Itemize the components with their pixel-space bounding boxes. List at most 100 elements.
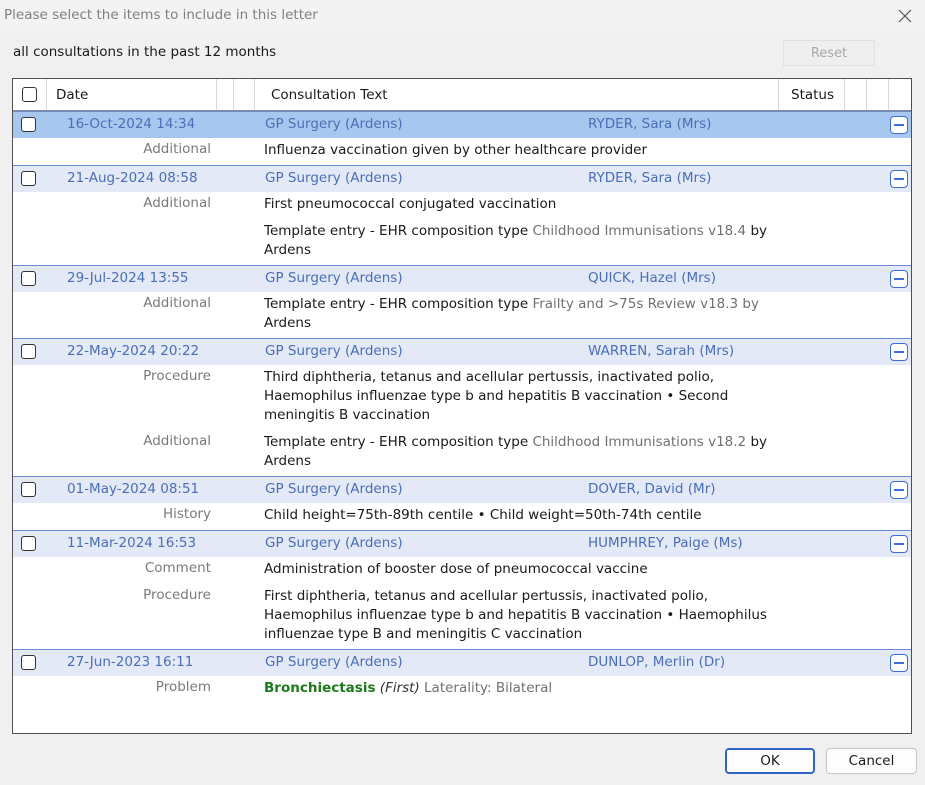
entry-category: Problem xyxy=(155,679,211,695)
consultation-date: 21-Aug-2024 08:58 xyxy=(67,170,198,186)
entry-content: Template entry - EHR composition type Fr… xyxy=(264,295,784,333)
consultation-location: GP Surgery (Ardens) xyxy=(265,116,403,132)
window-title: Please select the items to include in th… xyxy=(4,7,318,23)
consultation-group: 21-Aug-2024 08:58 GP Surgery (Ardens) RYDE… xyxy=(13,165,911,265)
entry-content: Bronchiectasis (First) Laterality: Bilat… xyxy=(264,679,784,698)
collapse-icon[interactable] xyxy=(890,343,908,361)
consultation-date: 22-May-2024 20:22 xyxy=(67,343,200,359)
entry-row: Additional First pneumococcal conjugated … xyxy=(13,192,911,219)
collapse-icon[interactable] xyxy=(890,170,908,188)
collapse-icon[interactable] xyxy=(890,535,908,553)
entry-category: Comment xyxy=(144,560,211,576)
entry-text: Child height=75th-89th centile • Child w… xyxy=(264,507,702,523)
consultation-header-row[interactable]: 21-Aug-2024 08:58 GP Surgery (Ardens) RYDE… xyxy=(13,165,911,192)
entry-category: History xyxy=(162,506,211,522)
entry-text: Administration of booster dose of pneumo… xyxy=(264,561,648,577)
entry-category: Additional xyxy=(143,295,211,311)
consultation-clinician: RYDER, Sara (Mrs) xyxy=(588,170,712,186)
consultation-header-row[interactable]: 01-May-2024 08:51 GP Surgery (Ardens) DOVE… xyxy=(13,476,911,503)
template-entry-prefix: Template entry - EHR composition type xyxy=(264,223,529,239)
consultations-grid: Date Consultation Text Status 16-Oct-202… xyxy=(12,78,912,734)
close-icon[interactable] xyxy=(893,4,917,28)
template-name: Childhood Immunisations v18.2 xyxy=(532,434,747,450)
collapse-icon[interactable] xyxy=(890,654,908,672)
column-header-text[interactable]: Consultation Text xyxy=(255,79,779,110)
column-spacer xyxy=(845,79,867,110)
consultation-date: 01-May-2024 08:51 xyxy=(67,481,200,497)
collapse-icon[interactable] xyxy=(890,116,908,134)
consultation-checkbox[interactable] xyxy=(21,536,36,551)
entry-content: First pneumococcal conjugated vaccinatio… xyxy=(264,195,784,214)
consultation-checkbox[interactable] xyxy=(21,271,36,286)
entry-content: Influenza vaccination given by other hea… xyxy=(264,141,784,160)
consultation-checkbox[interactable] xyxy=(21,117,36,132)
entry-category: Procedure xyxy=(143,587,211,603)
consultation-header-row[interactable]: 29-Jul-2024 13:55 GP Surgery (Ardens) QUIC… xyxy=(13,265,911,292)
grid-header: Date Consultation Text Status xyxy=(13,79,911,111)
entry-category xyxy=(13,222,211,260)
entry-text: Influenza vaccination given by other hea… xyxy=(264,142,648,158)
consultation-checkbox[interactable] xyxy=(21,655,36,670)
entry-category: Additional xyxy=(143,433,211,449)
consultation-clinician: QUICK, Hazel (Mrs) xyxy=(588,270,716,286)
template-entry-suffix: Ardens xyxy=(264,315,312,331)
template-entry-prefix: Template entry - EHR composition type xyxy=(264,434,529,450)
entry-row: Comment Administration of booster dose of… xyxy=(13,557,911,584)
collapse-icon[interactable] xyxy=(890,270,908,288)
consultation-location: GP Surgery (Ardens) xyxy=(265,535,403,551)
consultation-header-row[interactable]: 22-May-2024 20:22 GP Surgery (Ardens) WARR… xyxy=(13,338,911,365)
entry-text: First diphtheria, tetanus and acellular … xyxy=(264,588,767,642)
entry-content: Third diphtheria, tetanus and acellular … xyxy=(264,368,784,425)
consultation-group: 22-May-2024 20:22 GP Surgery (Ardens) WARR… xyxy=(13,338,911,476)
entry-content: Administration of booster dose of pneumo… xyxy=(264,560,784,579)
consultation-location: GP Surgery (Ardens) xyxy=(265,654,403,670)
consultation-location: GP Surgery (Ardens) xyxy=(265,343,403,359)
template-name: Frailty and >75s Review v18.3 by xyxy=(532,296,759,312)
consultation-date: 27-Jun-2023 16:11 xyxy=(67,654,194,670)
consultation-clinician: RYDER, Sara (Mrs) xyxy=(588,116,712,132)
consultation-location: GP Surgery (Ardens) xyxy=(265,170,403,186)
entry-row: Procedure Third diphtheria, tetanus and a… xyxy=(13,365,911,430)
consultation-header-row[interactable]: 11-Mar-2024 16:53 GP Surgery (Ardens) HUMP… xyxy=(13,530,911,557)
consultation-clinician: HUMPHREY, Paige (Ms) xyxy=(588,535,743,551)
consultation-checkbox[interactable] xyxy=(21,482,36,497)
template-entry-prefix: Template entry - EHR composition type xyxy=(264,296,529,312)
select-all-cell xyxy=(13,79,47,110)
consultation-list: 16-Oct-2024 14:34 GP Surgery (Ardens) RYDE… xyxy=(13,111,911,703)
entry-content: Template entry - EHR composition type Ch… xyxy=(264,433,784,471)
consultation-location: GP Surgery (Ardens) xyxy=(265,270,403,286)
cancel-button[interactable]: Cancel xyxy=(826,748,917,774)
entry-row: Template entry - EHR composition type Ch… xyxy=(13,219,911,265)
ok-button[interactable]: OK xyxy=(725,748,815,774)
consultation-group: 11-Mar-2024 16:53 GP Surgery (Ardens) HUMP… xyxy=(13,530,911,649)
consultation-checkbox[interactable] xyxy=(21,344,36,359)
entry-category: Additional xyxy=(143,141,211,157)
column-header-date-label: Date xyxy=(56,86,89,103)
consultation-header-row[interactable]: 27-Jun-2023 16:11 GP Surgery (Ardens) DUNL… xyxy=(13,649,911,676)
select-all-checkbox[interactable] xyxy=(22,87,37,102)
entry-row: Procedure First diphtheria, tetanus and a… xyxy=(13,584,911,649)
consultation-date: 29-Jul-2024 13:55 xyxy=(67,270,189,286)
entry-category: Procedure xyxy=(143,368,211,384)
column-header-status[interactable]: Status xyxy=(779,79,845,110)
consultation-date: 11-Mar-2024 16:53 xyxy=(67,535,197,551)
column-spacer xyxy=(217,79,234,110)
entry-category: Additional xyxy=(143,195,211,211)
collapse-icon[interactable] xyxy=(890,481,908,499)
consultation-clinician: DOVER, David (Mr) xyxy=(588,481,716,497)
reset-button[interactable]: Reset xyxy=(783,40,875,66)
title-bar: Please select the items to include in th… xyxy=(0,0,925,32)
template-name: Childhood Immunisations v18.4 xyxy=(532,223,747,239)
problem-detail: Laterality: Bilateral xyxy=(424,680,553,696)
entry-row: Additional Template entry - EHR compositi… xyxy=(13,292,911,338)
entry-text: Third diphtheria, tetanus and acellular … xyxy=(264,369,729,423)
consultation-group: 01-May-2024 08:51 GP Surgery (Ardens) DOVE… xyxy=(13,476,911,530)
column-header-date[interactable]: Date xyxy=(47,79,217,110)
consultation-date: 16-Oct-2024 14:34 xyxy=(67,116,196,132)
consultation-checkbox[interactable] xyxy=(21,171,36,186)
consultation-header-row[interactable]: 16-Oct-2024 14:34 GP Surgery (Ardens) RYDE… xyxy=(13,111,911,138)
consultation-group: 29-Jul-2024 13:55 GP Surgery (Ardens) QUIC… xyxy=(13,265,911,338)
column-header-status-label: Status xyxy=(791,86,835,103)
column-spacer xyxy=(867,79,889,110)
entry-row: Additional Template entry - EHR compositi… xyxy=(13,430,911,476)
